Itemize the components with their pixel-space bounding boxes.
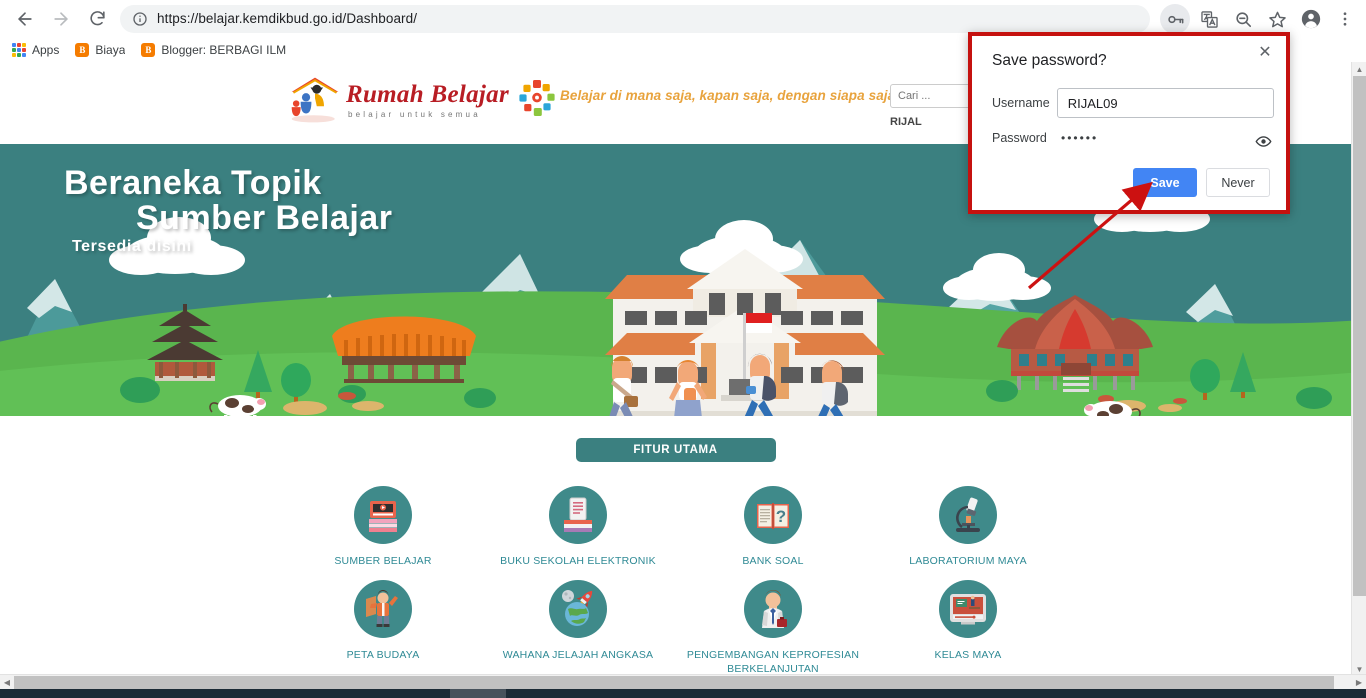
- key-icon[interactable]: [1160, 4, 1190, 34]
- eye-icon[interactable]: [1252, 131, 1274, 151]
- horizontal-scroll-thumb[interactable]: [14, 676, 1334, 689]
- features-section: FITUR UTAMA SUMBER BELAJAR BUKU SEKOLAH …: [0, 416, 1351, 676]
- banner-line-2: Sumber Belajar: [136, 198, 393, 237]
- username-label: Username: [992, 96, 1050, 110]
- apps-grid-icon: [12, 42, 26, 57]
- save-button[interactable]: Save: [1133, 168, 1197, 197]
- password-row: Password ••••••: [992, 131, 1274, 147]
- dialog-title: Save password?: [992, 52, 1107, 69]
- browser-window: https://belajar.kemdikbud.go.id/Dashboar…: [0, 0, 1366, 698]
- features-heading: FITUR UTAMA: [575, 438, 776, 462]
- banner-line-1: Beraneka Topik: [64, 164, 322, 202]
- feature-sumber-belajar[interactable]: SUMBER BELAJAR: [286, 486, 481, 568]
- dialog-buttons: Save Never: [1133, 168, 1270, 197]
- svg-text:?: ?: [776, 507, 786, 526]
- feature-peta-budaya[interactable]: PETA BUDAYA: [286, 580, 481, 676]
- feature-bank-soal[interactable]: ? BANK SOAL: [676, 486, 871, 568]
- bookmark-blogger-berbagi[interactable]: B Blogger: BERBAGI ILM: [141, 42, 287, 57]
- save-password-dialog: Save password? ✕ Username Password •••••…: [968, 32, 1290, 214]
- logo-subtitle: belajar untuk semua: [348, 109, 481, 119]
- back-icon[interactable]: [10, 4, 40, 34]
- feature-label: PENGEMBANGAN KEPROFESIAN BERKELANJUTAN: [686, 649, 860, 676]
- logo-text: Rumah Belajar belajar untuk semua: [346, 82, 509, 119]
- feature-label: LABORATORIUM MAYA: [909, 555, 1027, 567]
- info-circle-icon[interactable]: [132, 11, 148, 27]
- profile-avatar-icon[interactable]: [1296, 4, 1326, 34]
- features-grid: SUMBER BELAJAR BUKU SEKOLAH ELEKTRONIK ?…: [0, 486, 1351, 676]
- password-label: Password: [992, 131, 1047, 145]
- bookmark-biaya[interactable]: B Biaya: [75, 42, 126, 57]
- screen-classroom-icon: [939, 580, 997, 639]
- bookmark-apps[interactable]: Apps: [12, 42, 60, 57]
- planet-rocket-icon: [549, 580, 607, 639]
- site-logo[interactable]: Rumah Belajar belajar untuk semua: [288, 74, 557, 126]
- user-display-name: RIJAL: [890, 116, 922, 128]
- feature-pengembangan-keprofesian[interactable]: PENGEMBANGAN KEPROFESIAN BERKELANJUTAN: [676, 580, 871, 676]
- feature-label: WAHANA JELAJAH ANGKASA: [502, 649, 654, 662]
- banner-line-3: Tersedia disini: [72, 238, 192, 256]
- horizontal-scrollbar[interactable]: ◀ ▶: [0, 674, 1366, 689]
- feature-label: BANK SOAL: [742, 555, 804, 567]
- banner-heading: Beraneka Topik Sumber Belajar Tersedia d…: [64, 166, 392, 256]
- zoom-out-icon[interactable]: [1228, 4, 1258, 34]
- logo-people-icon: [291, 77, 339, 123]
- scroll-up-arrow[interactable]: ▲: [1352, 62, 1366, 76]
- feature-laboratorium-maya[interactable]: LABORATORIUM MAYA: [871, 486, 1066, 568]
- logo-title: Rumah Belajar: [346, 80, 509, 108]
- bookmark-label: Blogger: BERBAGI ILM: [161, 42, 287, 57]
- feature-label: PETA BUDAYA: [346, 649, 420, 662]
- url-text: https://belajar.kemdikbud.go.id/Dashboar…: [157, 11, 418, 26]
- scroll-left-arrow[interactable]: ◀: [0, 675, 14, 690]
- scroll-right-arrow[interactable]: ▶: [1352, 675, 1366, 690]
- feature-label: SUMBER BELAJAR: [334, 555, 432, 567]
- tablet-books-icon: [549, 486, 607, 544]
- username-row: Username: [992, 88, 1274, 118]
- never-button[interactable]: Never: [1206, 168, 1270, 197]
- teacher-icon: [744, 580, 802, 639]
- feature-label: KELAS MAYA: [934, 649, 1002, 662]
- blogger-icon: B: [141, 42, 156, 57]
- site-tagline: Belajar di mana saja, kapan saja, dengan…: [560, 88, 896, 103]
- blogger-icon: B: [75, 42, 90, 57]
- video-books-icon: [354, 486, 412, 544]
- feature-buku-sekolah-elektronik[interactable]: BUKU SEKOLAH ELEKTRONIK: [481, 486, 676, 568]
- vertical-scroll-thumb[interactable]: [1353, 76, 1366, 596]
- vertical-scrollbar[interactable]: ▲ ▼: [1351, 62, 1366, 676]
- microscope-icon: [939, 486, 997, 544]
- translate-icon[interactable]: [1194, 4, 1224, 34]
- logo-pinwheel-icon: [519, 80, 555, 116]
- password-masked-value: ••••••: [1061, 131, 1099, 145]
- username-input[interactable]: [1056, 88, 1274, 118]
- bookmark-label: Biaya: [95, 42, 126, 57]
- star-icon[interactable]: [1262, 4, 1292, 34]
- bookmark-label: Apps: [32, 42, 60, 57]
- person-map-icon: [354, 580, 412, 639]
- reload-icon[interactable]: [82, 4, 112, 34]
- address-bar[interactable]: https://belajar.kemdikbud.go.id/Dashboar…: [120, 4, 1150, 33]
- feature-label: BUKU SEKOLAH ELEKTRONIK: [500, 555, 656, 567]
- three-dot-menu-icon[interactable]: [1330, 4, 1360, 34]
- feature-kelas-maya[interactable]: KELAS MAYA: [871, 580, 1066, 676]
- toolbar-icons: [1158, 3, 1362, 35]
- os-taskbar: [0, 689, 1366, 698]
- close-icon[interactable]: ✕: [1254, 42, 1276, 64]
- forward-icon[interactable]: [46, 4, 76, 34]
- open-book-question-icon: ?: [744, 486, 802, 544]
- feature-wahana-jelajah-angkasa[interactable]: WAHANA JELAJAH ANGKASA: [481, 580, 676, 676]
